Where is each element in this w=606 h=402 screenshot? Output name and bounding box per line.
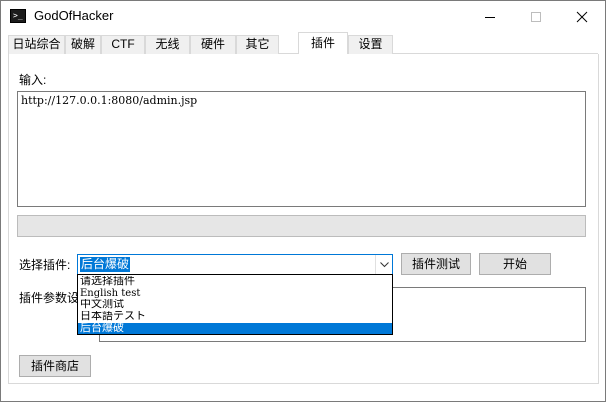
chevron-down-icon: [380, 262, 389, 268]
dropdown-option[interactable]: 请选择插件: [78, 276, 392, 287]
title-bar[interactable]: >_ GodOfHacker: [1, 1, 605, 32]
tab-strip: 日站综合 破解 CTF 无线 硬件 其它 插件 设置: [8, 32, 598, 55]
tab-other[interactable]: 其它: [236, 35, 279, 54]
plugin-dropdown-list: 请选择插件 English test 中文测试 日本語テスト 后台爆破: [77, 274, 393, 335]
input-label: 输入:: [19, 73, 47, 87]
plugin-params-label: 插件参数设: [19, 291, 80, 305]
tab-wireless[interactable]: 无线: [145, 35, 190, 54]
minimize-icon: [485, 17, 495, 18]
terminal-icon: >_: [10, 9, 26, 23]
tab-plugins[interactable]: 插件: [298, 32, 348, 55]
dropdown-option[interactable]: English test: [78, 288, 392, 299]
tab-ctf[interactable]: CTF: [101, 35, 145, 54]
maximize-icon: [531, 12, 541, 22]
window-title: GodOfHacker: [34, 8, 114, 23]
plugin-select-value: 后台爆破: [80, 257, 131, 272]
tab-crack[interactable]: 破解: [65, 35, 101, 54]
start-button[interactable]: 开始: [479, 253, 551, 275]
plugin-store-button[interactable]: 插件商店: [19, 355, 91, 377]
minimize-button[interactable]: [467, 1, 513, 32]
tab-site-overview[interactable]: 日站综合: [8, 35, 65, 54]
dropdown-option[interactable]: 中文测试: [78, 299, 392, 310]
maximize-button[interactable]: [513, 1, 559, 32]
dropdown-arrow-button[interactable]: [375, 255, 392, 274]
plugin-select[interactable]: 后台爆破: [77, 254, 393, 275]
input-text: http://127.0.0.1:8080/admin.jsp: [21, 94, 198, 107]
close-icon: [576, 11, 588, 23]
progress-bar: [17, 215, 586, 237]
dropdown-option-selected[interactable]: 后台爆破: [78, 323, 392, 334]
close-button[interactable]: [559, 1, 605, 32]
dropdown-option[interactable]: 日本語テスト: [78, 311, 392, 322]
app-window: >_ GodOfHacker 日站综合 破解 CTF 无线 硬件 其它 插件 设…: [0, 0, 606, 402]
input-textarea[interactable]: http://127.0.0.1:8080/admin.jsp: [17, 91, 586, 207]
plugin-select-label: 选择插件:: [19, 258, 71, 272]
tab-settings[interactable]: 设置: [348, 35, 393, 54]
terminal-icon-glyph: >_: [13, 11, 23, 20]
test-plugin-button[interactable]: 插件测试: [401, 253, 471, 275]
tab-hardware[interactable]: 硬件: [190, 35, 236, 54]
